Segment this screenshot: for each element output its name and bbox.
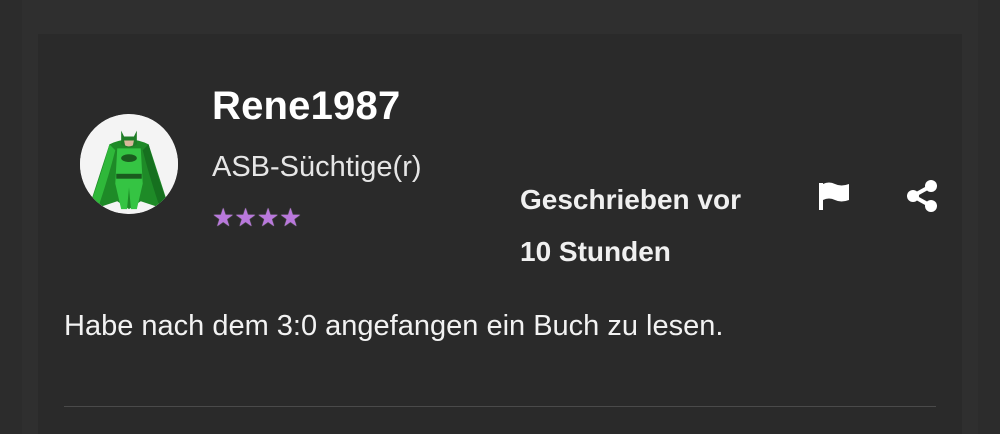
post-timestamp: Geschrieben vor 10 Stunden <box>520 174 800 278</box>
star-icon: ★ <box>279 204 302 232</box>
flag-icon <box>819 182 849 210</box>
star-icon: ★ <box>256 204 280 232</box>
share-icon <box>907 180 937 212</box>
username[interactable]: Rene1987 <box>212 84 400 129</box>
batman-avatar-icon <box>80 115 178 213</box>
post-body: Habe nach dem 3:0 angefangen ein Buch zu… <box>64 310 724 342</box>
share-button[interactable] <box>904 178 940 214</box>
forum-post-card: Rene1987 ASB-Süchtige(r) ★ ★ ★ ★ Geschri… <box>38 34 962 434</box>
report-button[interactable] <box>816 180 852 212</box>
post-time-prefix: Geschrieben vor <box>520 184 741 215</box>
star-icon: ★ <box>234 204 257 232</box>
post-time-value: 10 Stunden <box>520 236 671 267</box>
divider <box>64 406 936 407</box>
star-icon: ★ <box>212 204 235 232</box>
user-rank: ASB-Süchtige(r) <box>212 151 422 183</box>
avatar[interactable] <box>80 114 178 214</box>
rank-stars: ★ ★ ★ ★ <box>212 204 302 232</box>
